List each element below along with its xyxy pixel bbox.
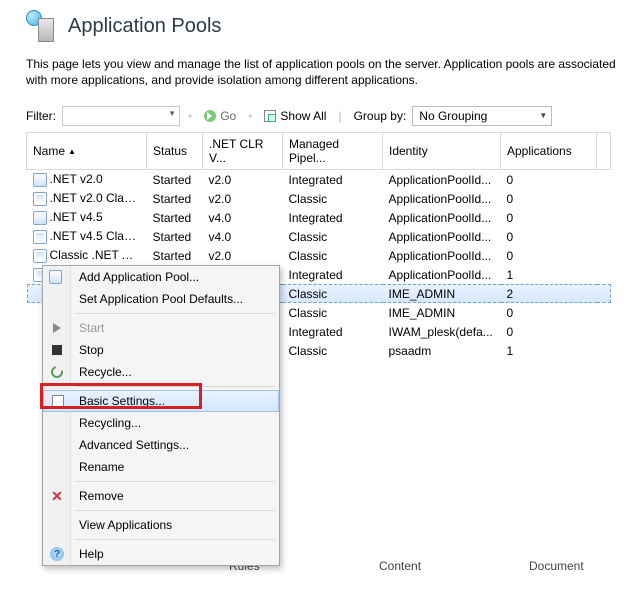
col-clr[interactable]: .NET CLR V... xyxy=(203,133,283,170)
go-icon xyxy=(204,110,216,122)
table-row[interactable]: .NET v4.5Startedv4.0IntegratedApplicatio… xyxy=(27,208,611,227)
ctx-set-defaults[interactable]: Set Application Pool Defaults... xyxy=(43,288,279,310)
table-row[interactable]: Classic .NET Ap...Startedv2.0ClassicAppl… xyxy=(27,246,611,265)
show-all-icon xyxy=(264,110,276,122)
ctx-advanced-settings[interactable]: Advanced Settings... xyxy=(43,434,279,456)
ctx-recycle[interactable]: Recycle... xyxy=(43,361,279,383)
filter-input[interactable] xyxy=(62,106,180,126)
ctx-add-app-pool[interactable]: Add Application Pool... xyxy=(43,266,279,288)
play-icon xyxy=(49,320,65,336)
page-description: This page lets you view and manage the l… xyxy=(26,52,640,102)
help-icon: ? xyxy=(49,546,65,562)
app-pool-row-icon xyxy=(33,249,47,263)
ctx-help[interactable]: ? Help xyxy=(43,543,279,565)
app-pool-icon xyxy=(49,269,65,285)
delete-icon: ✕ xyxy=(49,488,65,504)
filter-label: Filter: xyxy=(26,109,56,123)
ctx-remove[interactable]: ✕ Remove xyxy=(43,485,279,507)
ctx-rename[interactable]: Rename xyxy=(43,456,279,478)
col-spacer xyxy=(597,133,611,170)
col-name[interactable]: Name▲ xyxy=(27,133,147,170)
status-document: Document xyxy=(529,559,589,577)
table-row[interactable]: .NET v2.0Startedv2.0IntegratedApplicatio… xyxy=(27,170,611,189)
table-row[interactable]: .NET v4.5 ClassicStartedv4.0ClassicAppli… xyxy=(27,227,611,246)
table-header-row: Name▲ Status .NET CLR V... Managed Pipel… xyxy=(27,133,611,170)
status-content: Content xyxy=(379,559,439,577)
ctx-basic-settings[interactable]: Basic Settings... xyxy=(43,390,279,412)
app-pool-row-icon xyxy=(33,211,47,225)
document-icon xyxy=(50,394,66,410)
app-pool-row-icon xyxy=(33,192,47,206)
app-pools-icon xyxy=(26,10,58,42)
groupby-label: Group by: xyxy=(354,109,407,123)
col-apps[interactable]: Applications xyxy=(501,133,597,170)
app-pool-row-icon xyxy=(33,173,47,187)
toolbar: Filter: ▼ • Go • Show All | Group by: No… xyxy=(26,102,640,132)
table-row[interactable]: .NET v2.0 ClassicStartedv2.0ClassicAppli… xyxy=(27,189,611,208)
app-pool-row-icon xyxy=(33,230,47,244)
page-title: Application Pools xyxy=(68,15,221,38)
ctx-stop[interactable]: Stop xyxy=(43,339,279,361)
stop-icon xyxy=(49,342,65,358)
groupby-select[interactable]: No Grouping ▼ xyxy=(412,106,552,126)
ctx-view-applications[interactable]: View Applications xyxy=(43,514,279,536)
sort-asc-icon: ▲ xyxy=(68,147,76,156)
go-button[interactable]: Go xyxy=(200,109,240,123)
show-all-button[interactable]: Show All xyxy=(260,109,330,123)
col-identity[interactable]: Identity xyxy=(383,133,501,170)
context-menu: Add Application Pool... Set Application … xyxy=(42,265,280,566)
chevron-down-icon: ▼ xyxy=(539,111,547,120)
col-pipeline[interactable]: Managed Pipel... xyxy=(283,133,383,170)
col-status[interactable]: Status xyxy=(147,133,203,170)
ctx-start: Start xyxy=(43,317,279,339)
ctx-recycling[interactable]: Recycling... xyxy=(43,412,279,434)
recycle-icon xyxy=(49,364,65,380)
chevron-down-icon[interactable]: ▼ xyxy=(168,109,176,118)
page-header: Application Pools xyxy=(26,4,640,52)
